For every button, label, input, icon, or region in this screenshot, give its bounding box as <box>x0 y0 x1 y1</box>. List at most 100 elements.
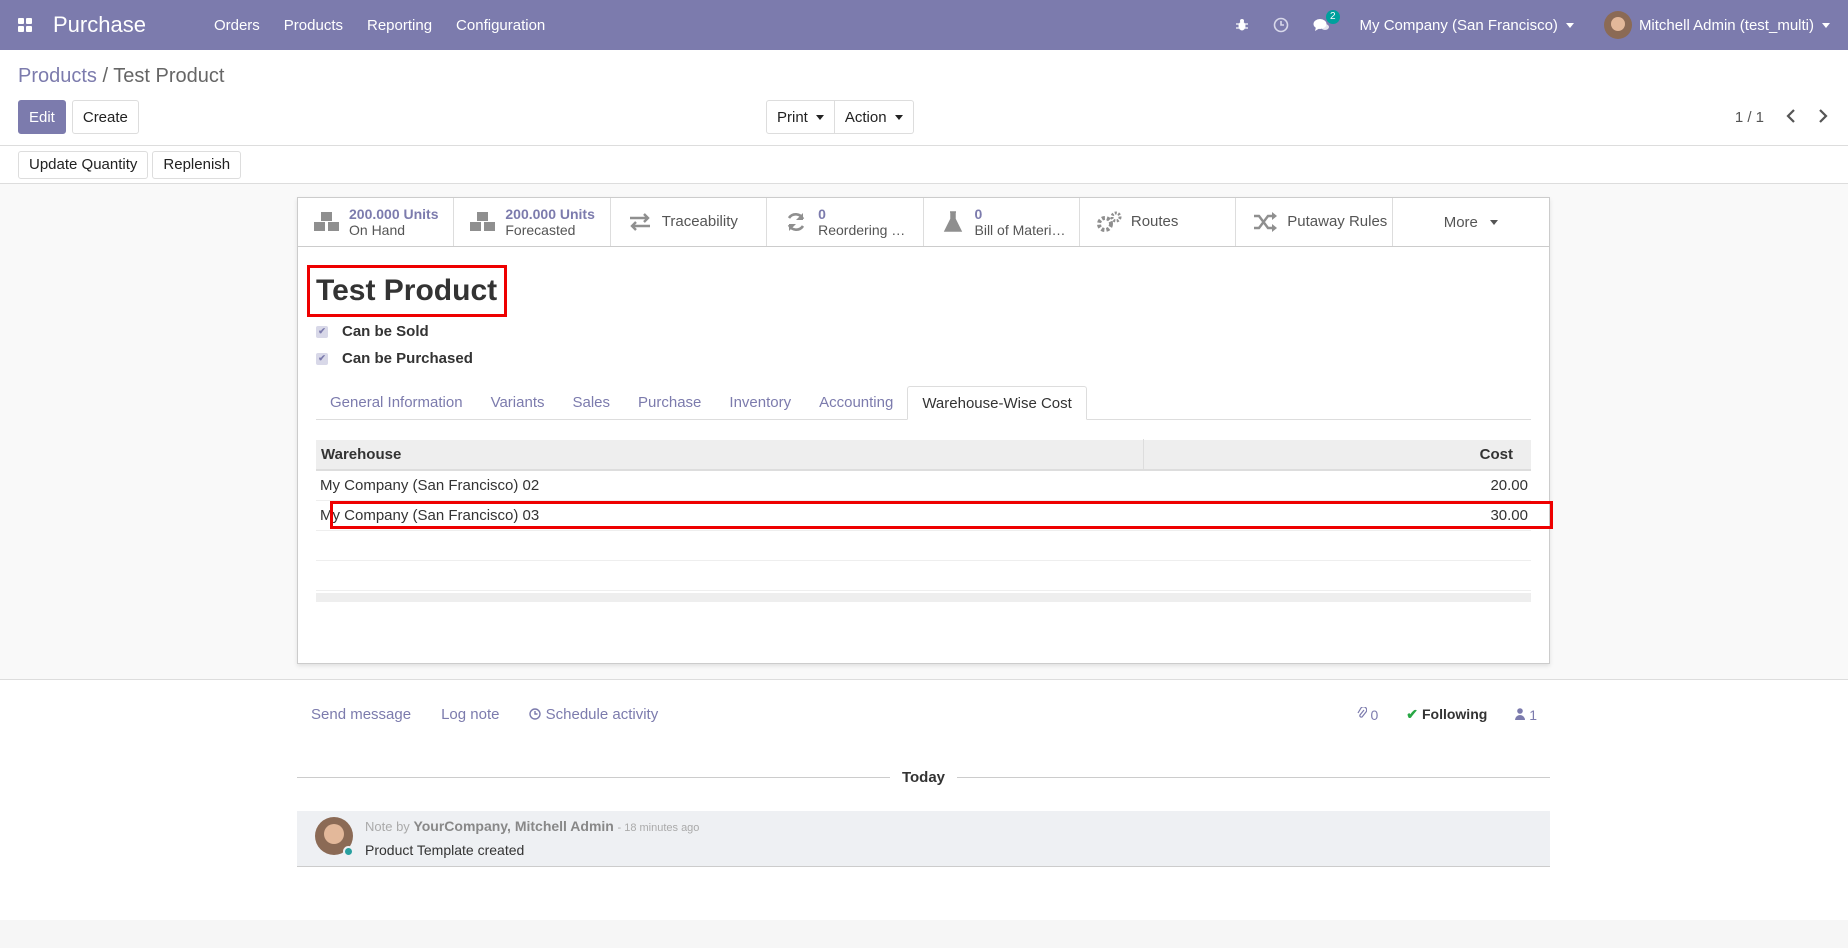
smart-button-more[interactable]: More <box>1393 198 1549 246</box>
control-panel: Products / Test Product Edit Create Prin… <box>0 50 1848 146</box>
reordering-label: Reordering … <box>818 222 906 238</box>
user-menu[interactable]: Mitchell Admin (test_multi) <box>1603 11 1830 39</box>
bom-label: Bill of Materi… <box>974 222 1066 238</box>
following-button[interactable]: ✔ Following <box>1406 706 1487 723</box>
attachments-button[interactable]: 0 <box>1357 705 1379 723</box>
smart-button-on-hand[interactable]: 200.000 Units On Hand <box>298 198 455 246</box>
bom-value: 0 <box>974 206 983 222</box>
table-row[interactable]: My Company (San Francisco) 02 20.00 <box>316 471 1531 501</box>
date-separator: Today <box>297 767 1550 787</box>
forecasted-value: 200.000 Units <box>505 206 595 222</box>
send-message-button[interactable]: Send message <box>311 706 411 723</box>
log-note-button[interactable]: Log note <box>441 706 499 723</box>
tab-inventory[interactable]: Inventory <box>715 386 805 420</box>
table-row-empty <box>316 561 1531 591</box>
tab-warehouse-wise-cost[interactable]: Warehouse-Wise Cost <box>907 386 1087 420</box>
followers-button[interactable]: 1 <box>1515 707 1537 723</box>
can-be-purchased-label: Can be Purchased <box>342 350 473 367</box>
pager-previous-icon[interactable] <box>1786 107 1796 128</box>
smart-button-traceability[interactable]: Traceability <box>611 198 768 246</box>
column-warehouse[interactable]: Warehouse <box>316 439 1144 470</box>
flask-icon <box>937 211 969 233</box>
pager: 1 / 1 <box>1735 107 1828 128</box>
pager-next-icon[interactable] <box>1818 107 1828 128</box>
edit-button[interactable]: Edit <box>18 100 66 134</box>
page-bottom <box>0 920 1848 948</box>
attachments-count: 0 <box>1370 706 1379 723</box>
cubes-icon <box>467 211 499 233</box>
print-dropdown[interactable]: Print <box>766 100 835 134</box>
smart-button-reordering[interactable]: 0 Reordering … <box>767 198 924 246</box>
can-be-sold-label: Can be Sold <box>342 323 429 340</box>
action-label: Action <box>844 108 887 126</box>
cost-cell: 20.00 <box>1490 477 1528 494</box>
form-sheet: 200.000 Units On Hand 200.000 Units Foreca… <box>297 197 1553 664</box>
caret-down-icon <box>1489 219 1498 225</box>
following-label: Following <box>1421 706 1488 722</box>
row-highlight <box>330 501 1553 529</box>
replenish-button[interactable]: Replenish <box>152 150 242 179</box>
smart-button-putaway-rules[interactable]: Putaway Rules <box>1236 198 1393 246</box>
chevron-down-icon <box>1822 22 1830 28</box>
reordering-value: 0 <box>818 206 826 222</box>
form-statusbar: Update Quantity Replenish <box>0 146 1848 184</box>
cubes-icon <box>311 211 343 233</box>
on-hand-value: 200.000 Units <box>349 206 439 222</box>
table-header: Warehouse Cost <box>316 439 1531 471</box>
main-menu: Orders Products Reporting Configuration <box>202 17 557 34</box>
smart-button-routes[interactable]: Routes <box>1080 198 1237 246</box>
chatter-right: 0 ✔ Following 1 <box>1357 705 1537 723</box>
app-title[interactable]: Purchase <box>53 12 146 38</box>
forecasted-label: Forecasted <box>505 222 576 238</box>
pager-value[interactable]: 1 / 1 <box>1735 109 1764 126</box>
menu-products[interactable]: Products <box>284 17 343 34</box>
product-name[interactable]: Test Product <box>316 274 497 308</box>
smart-button-forecasted[interactable]: 200.000 Units Forecasted <box>454 198 611 246</box>
update-quantity-button[interactable]: Update Quantity <box>18 150 149 179</box>
can-be-sold-checkbox[interactable]: ✔ <box>316 325 328 338</box>
message-meta: Note by YourCompany, Mitchell Admin - 18… <box>365 818 699 834</box>
can-be-purchased-row: ✔ Can be Purchased <box>316 350 473 367</box>
smart-button-bom[interactable]: 0 Bill of Materi… <box>924 198 1080 246</box>
chevron-down-icon <box>1565 22 1574 28</box>
message-prefix: Note by <box>365 819 410 834</box>
activity-clock-icon[interactable] <box>1273 17 1289 33</box>
more-label: More <box>1443 213 1478 231</box>
menu-reporting[interactable]: Reporting <box>367 17 432 34</box>
form-buttons: Edit Create <box>18 100 139 134</box>
chatter-topbar: Send message Log note Schedule activity … <box>311 705 1537 723</box>
tab-general-information[interactable]: General Information <box>316 386 477 420</box>
refresh-icon <box>780 211 812 233</box>
date-separator-label: Today <box>901 768 946 786</box>
cogs-icon <box>1093 211 1125 233</box>
debug-bug-icon[interactable] <box>1235 18 1249 32</box>
navbar-right: 2 My Company (San Francisco) Mitchell Ad… <box>1223 0 1848 50</box>
menu-configuration[interactable]: Configuration <box>456 17 545 34</box>
message-body: Product Template created <box>365 842 525 858</box>
top-navbar: Purchase Orders Products Reporting Confi… <box>0 0 1848 50</box>
messages-chat-icon[interactable]: 2 <box>1313 9 1340 33</box>
create-button[interactable]: Create <box>71 100 139 134</box>
app-menu-icon[interactable] <box>0 0 50 50</box>
can-be-sold-row: ✔ Can be Sold <box>316 323 429 340</box>
menu-orders[interactable]: Orders <box>214 17 260 34</box>
tab-variants[interactable]: Variants <box>477 386 559 420</box>
company-switcher[interactable]: My Company (San Francisco) <box>1360 17 1574 34</box>
tab-purchase[interactable]: Purchase <box>624 386 715 420</box>
online-status-icon <box>343 846 354 857</box>
can-be-purchased-checkbox[interactable]: ✔ <box>316 352 328 365</box>
tab-sales[interactable]: Sales <box>559 386 625 420</box>
putaway-label: Putaway Rules <box>1287 214 1388 230</box>
random-icon <box>1249 212 1281 232</box>
user-name: Mitchell Admin (test_multi) <box>1638 16 1814 34</box>
tab-accounting[interactable]: Accounting <box>805 386 907 420</box>
breadcrumb-products-link[interactable]: Products <box>18 65 97 87</box>
paperclip-icon <box>1357 705 1367 718</box>
column-cost[interactable]: Cost <box>1144 446 1531 463</box>
breadcrumb-current: Test Product <box>113 65 225 87</box>
schedule-activity-button[interactable]: Schedule activity <box>529 706 658 723</box>
message-author[interactable]: YourCompany, Mitchell Admin <box>413 818 613 834</box>
exchange-icon <box>624 213 656 231</box>
schedule-activity-label: Schedule activity <box>545 706 659 723</box>
action-dropdown[interactable]: Action <box>834 100 914 134</box>
